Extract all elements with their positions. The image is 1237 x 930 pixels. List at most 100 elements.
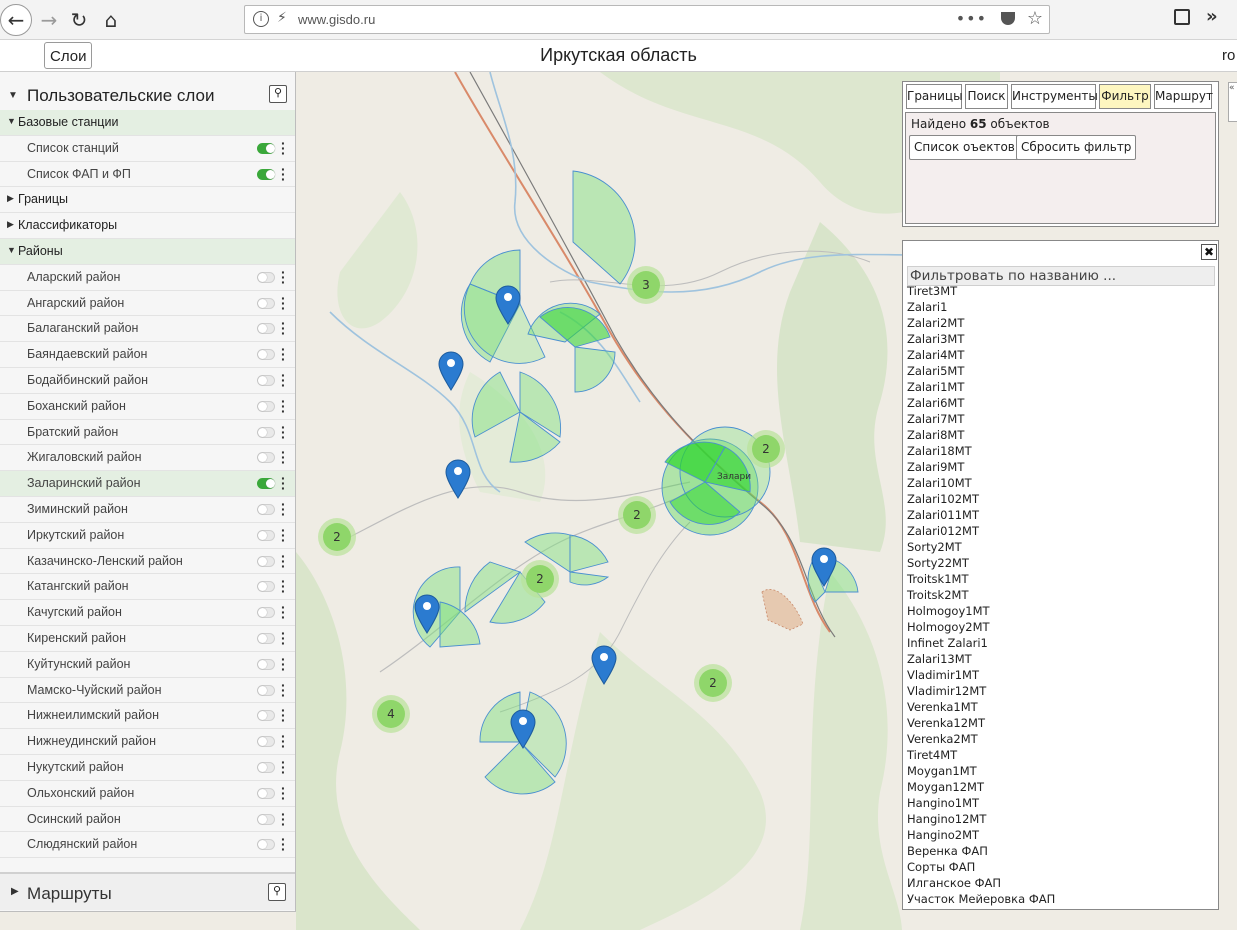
list-item[interactable]: Troitsk2MT [907, 587, 1215, 603]
insecure-lock-icon[interactable]: ⚡ [277, 10, 287, 26]
forward-icon[interactable]: → [34, 5, 64, 35]
layer-item[interactable]: Нижнеудинский район · · · [0, 729, 295, 755]
home-icon[interactable]: ⌂ [96, 5, 126, 35]
list-item[interactable]: Tiret4MT [907, 747, 1215, 763]
visibility-toggle[interactable] [257, 710, 275, 722]
more-options-icon[interactable]: · · · [281, 678, 286, 702]
layer-item[interactable]: Бодайбинский район · · · [0, 367, 295, 394]
more-options-icon[interactable]: · · · [281, 162, 286, 186]
list-item[interactable]: Zalari1MT [907, 379, 1215, 395]
caret-right-icon[interactable]: ▶ [11, 886, 19, 897]
list-item[interactable]: Moygan12MT [907, 779, 1215, 795]
layer-item[interactable]: Катангский район · · · [0, 574, 295, 601]
more-options-icon[interactable]: · · · [281, 265, 286, 289]
more-options-icon[interactable]: · · · [281, 342, 286, 366]
list-item[interactable]: Verenka1MT [907, 699, 1215, 715]
visibility-toggle[interactable] [257, 581, 275, 593]
layer-item[interactable]: Куйтунский район · · · [0, 651, 295, 678]
list-item[interactable]: Troitsk1MT [907, 571, 1215, 587]
reload-icon[interactable]: ↻ [64, 5, 94, 35]
caret-down-icon[interactable]: ▼ [7, 116, 16, 126]
list-item[interactable]: Zalari8MT [907, 427, 1215, 443]
layer-item[interactable]: Нижнеилимский район · · · [0, 703, 295, 730]
more-options-icon[interactable]: · · · [281, 291, 286, 315]
caret-right-icon[interactable]: ▶ [7, 219, 14, 230]
visibility-toggle[interactable] [257, 168, 275, 180]
list-item[interactable]: Verenka2MT [907, 731, 1215, 747]
list-item[interactable]: Zalari2MT [907, 315, 1215, 331]
tab-borders[interactable]: Границы [906, 84, 963, 109]
layer-item[interactable]: Иркутский район · · · [0, 522, 295, 549]
visibility-toggle[interactable] [257, 349, 275, 361]
list-item[interactable]: Holmogoy2MT [907, 619, 1215, 635]
layer-item[interactable]: Осинский район · · · [0, 806, 295, 833]
more-options-icon[interactable]: · · · [281, 574, 286, 598]
list-item[interactable]: Vladimir1MT [907, 667, 1215, 683]
visibility-toggle[interactable] [257, 142, 275, 154]
cluster-marker[interactable]: 4 [372, 695, 410, 733]
visibility-toggle[interactable] [257, 426, 275, 438]
list-item[interactable]: Hangino12MT [907, 811, 1215, 827]
layer-item[interactable]: Казачинско-Ленский район · · · [0, 548, 295, 575]
list-item[interactable]: Веренка ФАП [907, 843, 1215, 859]
layer-item[interactable]: Нукутский район · · · [0, 754, 295, 781]
list-item[interactable]: Участок Мейеровка ФАП [907, 891, 1215, 907]
caret-down-icon[interactable]: ▼ [8, 90, 18, 101]
visibility-toggle[interactable] [257, 839, 275, 851]
visibility-toggle[interactable] [257, 452, 275, 464]
layer-item[interactable]: Мамско-Чуйский район · · · [0, 677, 295, 704]
routes-section[interactable]: ▶ Маршруты ⚲ [0, 872, 295, 910]
list-item[interactable]: Infinet Zalari1 [907, 635, 1215, 651]
layer-item[interactable]: Аларский район · · · [0, 264, 295, 291]
list-item[interactable]: Zalari011MT [907, 507, 1215, 523]
layer-item[interactable]: Братский район · · · [0, 419, 295, 446]
close-icon[interactable]: ✖ [1201, 244, 1217, 260]
layer-item[interactable]: Качугский район · · · [0, 600, 295, 626]
tab-tools[interactable]: Инструменты [1011, 84, 1098, 109]
user-name[interactable]: ro [1222, 47, 1235, 64]
layer-item[interactable]: Киренский район · · · [0, 625, 295, 652]
layer-item[interactable]: Зиминский район · · · [0, 496, 295, 523]
visibility-toggle[interactable] [257, 684, 275, 696]
more-options-icon[interactable]: · · · [281, 652, 286, 676]
list-item[interactable]: Zalari6MT [907, 395, 1215, 411]
more-options-icon[interactable]: · · · [281, 136, 286, 160]
list-item[interactable]: Zalari1 [907, 299, 1215, 315]
more-options-icon[interactable]: · · · [281, 729, 286, 753]
more-options-icon[interactable]: · · · [281, 600, 286, 624]
visibility-toggle[interactable] [257, 813, 275, 825]
pocket-icon[interactable] [1001, 12, 1015, 25]
list-item[interactable]: Zalari7MT [907, 411, 1215, 427]
list-item[interactable]: Moygan1MT [907, 763, 1215, 779]
list-item[interactable]: Zalari13MT [907, 651, 1215, 667]
layer-group[interactable]: ▼ Базовые станции [0, 110, 295, 136]
list-item[interactable]: Zalari10MT [907, 475, 1215, 491]
more-options-icon[interactable]: · · · [281, 445, 286, 469]
object-list-button[interactable]: Список оъектов [909, 135, 1020, 160]
cluster-marker[interactable]: 3 [627, 266, 665, 304]
more-options-icon[interactable]: · · · [281, 703, 286, 727]
layer-item[interactable]: Список станций · · · [0, 135, 295, 162]
list-item[interactable]: Zalari5MT [907, 363, 1215, 379]
more-options-icon[interactable]: · · · [281, 832, 286, 856]
info-icon[interactable]: i [253, 11, 269, 27]
back-icon[interactable]: ← [0, 4, 32, 36]
visibility-toggle[interactable] [257, 736, 275, 748]
more-options-icon[interactable]: · · · [281, 316, 286, 340]
search-icon[interactable]: ⚲ [269, 85, 287, 103]
list-item[interactable]: Zalari012MT [907, 523, 1215, 539]
caret-down-icon[interactable]: ▼ [7, 245, 16, 255]
layer-item[interactable]: Заларинский район · · · [0, 471, 295, 497]
cluster-marker[interactable]: 2 [318, 518, 356, 556]
visibility-toggle[interactable] [257, 374, 275, 386]
overflow-icon[interactable]: » [1206, 6, 1218, 27]
layer-item[interactable]: Ангарский район · · · [0, 290, 295, 317]
caret-right-icon[interactable]: ▶ [7, 193, 14, 204]
layer-item[interactable]: Слюдянский район · · · [0, 832, 295, 859]
layer-item[interactable]: Жигаловский район · · · [0, 445, 295, 472]
list-item[interactable]: Sorty22MT [907, 555, 1215, 571]
more-options-icon[interactable]: · · · [281, 549, 286, 573]
panel-collapse-handle[interactable]: « [1228, 82, 1237, 122]
address-bar[interactable]: i ⚡ www.gisdo.ru ••• ☆ [244, 5, 1050, 34]
list-item[interactable]: Vladimir12MT [907, 683, 1215, 699]
